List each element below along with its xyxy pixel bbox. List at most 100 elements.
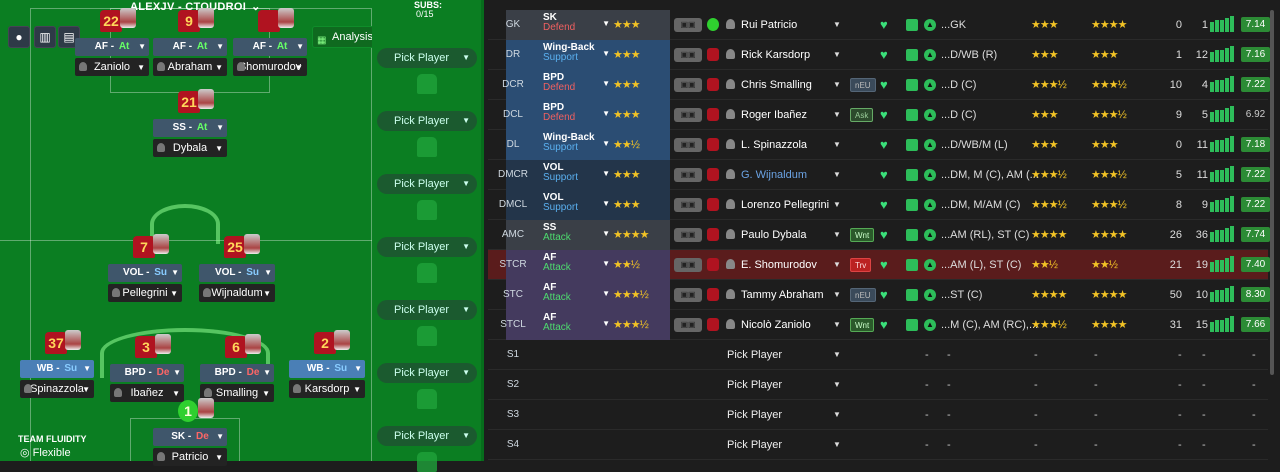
player-shirt[interactable]: 3 xyxy=(135,336,157,358)
swap-icon[interactable]: ▣▣ xyxy=(674,198,702,212)
pitch-player-name[interactable]: Dybala ▼ xyxy=(153,139,227,157)
chevron-down-icon[interactable]: ▼ xyxy=(833,100,841,130)
pick-player-button[interactable]: Pick Player ▼ xyxy=(377,300,477,320)
player-shirt[interactable]: 25 xyxy=(224,236,246,258)
player-shirt[interactable]: 6 xyxy=(225,336,247,358)
chevron-down-icon[interactable]: ▼ xyxy=(833,130,841,160)
swap-icon[interactable]: ▣▣ xyxy=(674,258,702,272)
pick-player-dropdown[interactable]: Pick Player xyxy=(727,370,782,400)
pitch-role-box[interactable]: WB - Su ▼ xyxy=(20,360,94,378)
table-row[interactable]: S2 Pick Player ▼ - - - - - - - xyxy=(488,370,1268,400)
role-selector[interactable]: AF Attack ▼ xyxy=(538,280,614,310)
table-row[interactable]: DL Wing-Back Support ▼ ★★½ ▣▣ L. Spinazzol… xyxy=(488,130,1270,160)
pitch-player-name[interactable]: Karsdorp ▼ xyxy=(289,380,365,398)
pick-player-button[interactable]: Pick Player ▼ xyxy=(377,48,477,68)
player-shirt[interactable]: 22 xyxy=(100,10,122,32)
swap-icon[interactable]: ▣▣ xyxy=(674,168,702,182)
table-row[interactable]: S3 Pick Player ▼ - - - - - - - xyxy=(488,400,1268,430)
table-row[interactable]: DCR BPD Defend ▼ ★★★ ▣▣ Chris Smalling ▼ n… xyxy=(488,70,1270,100)
player-name[interactable]: Roger Ibañez xyxy=(741,100,807,130)
role-selector[interactable]: SK Defend ▼ xyxy=(538,10,614,40)
role-selector[interactable]: AF Attack ▼ xyxy=(538,250,614,280)
pick-player-button[interactable]: Pick Player ▼ xyxy=(377,426,477,446)
player-name[interactable]: Paulo Dybala xyxy=(741,220,806,250)
player-shirt[interactable]: 37 xyxy=(45,332,67,354)
player-name[interactable]: G. Wijnaldum xyxy=(741,160,807,190)
player-shirt[interactable]: 9 xyxy=(178,10,200,32)
table-row[interactable]: STC AF Attack ▼ ★★★½ ▣▣ Tammy Abraham ▼ nE… xyxy=(488,280,1270,310)
table-row[interactable]: STCL AF Attack ▼ ★★★½ ▣▣ Nicolò Zaniolo ▼ … xyxy=(488,310,1270,340)
player-name[interactable]: Rui Patricio xyxy=(741,10,797,40)
pitch-player-name[interactable]: Spinazzola ▼ xyxy=(20,380,94,398)
player-name[interactable]: Tammy Abraham xyxy=(741,280,824,310)
table-row[interactable]: S4 Pick Player ▼ - - - - - - - xyxy=(488,430,1268,460)
player-shirt[interactable] xyxy=(258,10,280,32)
pitch-role-box[interactable]: SK - De ▼ xyxy=(153,428,227,446)
swap-icon[interactable]: ▣▣ xyxy=(674,288,702,302)
table-row[interactable]: DMCR VOL Support ▼ ★★★ ▣▣ G. Wijnaldum ▼ ♥… xyxy=(488,160,1270,190)
pitch-player-name[interactable]: Patricio ▼ xyxy=(153,448,227,466)
swap-icon[interactable]: ▣▣ xyxy=(674,48,702,62)
pitch-player-name[interactable]: Shomurodov ▼ xyxy=(233,58,307,76)
table-row[interactable]: DCL BPD Defend ▼ ★★★ ▣▣ Roger Ibañez ▼ Ask… xyxy=(488,100,1268,130)
pick-player-button[interactable]: Pick Player ▼ xyxy=(377,237,477,257)
pick-player-button[interactable]: Pick Player ▼ xyxy=(377,111,477,131)
table-row[interactable]: GK SK Defend ▼ ★★★ ▣▣ Rui Patricio ▼ ♥ ▲ .… xyxy=(488,10,1270,40)
pitch-role-box[interactable]: VOL - Su ▼ xyxy=(199,264,275,282)
player-name[interactable]: Lorenzo Pellegrini xyxy=(741,190,829,220)
chevron-down-icon[interactable]: ▼ xyxy=(833,250,841,280)
table-row[interactable]: STCR AF Attack ▼ ★★½ ▣▣ E. Shomurodov ▼ Tr… xyxy=(488,250,1270,280)
player-shirt[interactable]: 1 xyxy=(178,400,198,422)
pitch-player-name[interactable]: Ibañez ▼ xyxy=(110,384,184,402)
pitch-role-box[interactable]: AF - At ▼ xyxy=(153,38,227,56)
pick-player-dropdown[interactable]: Pick Player xyxy=(727,430,782,460)
scrollbar[interactable] xyxy=(1270,10,1274,375)
player-shirt[interactable]: 2 xyxy=(314,332,336,354)
chevron-down-icon[interactable]: ▼ xyxy=(833,400,841,430)
pitch-role-box[interactable]: BPD - De ▼ xyxy=(110,364,184,382)
player-shirt[interactable]: 21 xyxy=(178,91,200,113)
player-shirt[interactable]: 7 xyxy=(133,236,155,258)
swap-icon[interactable]: ▣▣ xyxy=(674,18,702,32)
chevron-down-icon[interactable]: ▼ xyxy=(833,40,841,70)
analysis-button[interactable]: ▦ Analysis xyxy=(312,26,376,48)
pick-player-button[interactable]: Pick Player ▼ xyxy=(377,363,477,383)
pitch-role-box[interactable]: BPD - De ▼ xyxy=(200,364,274,382)
role-selector[interactable]: Wing-Back Support ▼ xyxy=(538,130,614,160)
chevron-down-icon[interactable]: ▼ xyxy=(833,310,841,340)
pitch-player-name[interactable]: Abraham ▼ xyxy=(153,58,227,76)
swap-icon[interactable]: ▣▣ xyxy=(674,78,702,92)
pitch-role-box[interactable]: VOL - Su ▼ xyxy=(108,264,182,282)
pick-player-button[interactable]: Pick Player ▼ xyxy=(377,174,477,194)
chevron-down-icon[interactable]: ▼ xyxy=(833,280,841,310)
chevron-down-icon[interactable]: ▼ xyxy=(833,70,841,100)
player-name[interactable]: Nicolò Zaniolo xyxy=(741,310,811,340)
role-selector[interactable]: Wing-Back Support ▼ xyxy=(538,40,614,70)
pitch-player-name[interactable]: Zaniolo ▼ xyxy=(75,58,149,76)
player-name[interactable]: Rick Karsdorp xyxy=(741,40,810,70)
pitch-role-box[interactable]: AF - At ▼ xyxy=(233,38,307,56)
player-name[interactable]: E. Shomurodov xyxy=(741,250,817,280)
pick-player-dropdown[interactable]: Pick Player xyxy=(727,340,782,370)
table-row[interactable]: DR Wing-Back Support ▼ ★★★ ▣▣ Rick Karsdor… xyxy=(488,40,1270,70)
team-icon[interactable]: ● xyxy=(8,26,30,48)
pitch-role-box[interactable]: SS - At ▼ xyxy=(153,119,227,137)
swap-icon[interactable]: ▣▣ xyxy=(674,318,702,332)
role-selector[interactable]: VOL Support ▼ xyxy=(538,190,614,220)
role-selector[interactable]: BPD Defend ▼ xyxy=(538,70,614,100)
role-selector[interactable]: AF Attack ▼ xyxy=(538,310,614,340)
table-row[interactable]: S1 Pick Player ▼ - - - - - - - xyxy=(488,340,1268,370)
pitch-role-box[interactable]: AF - At ▼ xyxy=(75,38,149,56)
chevron-down-icon[interactable]: ▼ xyxy=(833,220,841,250)
pitch-player-name[interactable]: Pellegrini ▼ xyxy=(108,284,182,302)
chevron-down-icon[interactable]: ▼ xyxy=(833,160,841,190)
role-selector[interactable]: SS Attack ▼ xyxy=(538,220,614,250)
chevron-down-icon[interactable]: ▼ xyxy=(833,370,841,400)
swap-icon[interactable]: ▣▣ xyxy=(674,228,702,242)
table-row[interactable]: AMC SS Attack ▼ ★★★★ ▣▣ Paulo Dybala ▼ Wnt… xyxy=(488,220,1270,250)
role-selector[interactable]: VOL Support ▼ xyxy=(538,160,614,190)
player-name[interactable]: Chris Smalling xyxy=(741,70,812,100)
pick-player-dropdown[interactable]: Pick Player xyxy=(727,400,782,430)
pitch-role-box[interactable]: WB - Su ▼ xyxy=(289,360,365,378)
chevron-down-icon[interactable]: ▼ xyxy=(833,340,841,370)
